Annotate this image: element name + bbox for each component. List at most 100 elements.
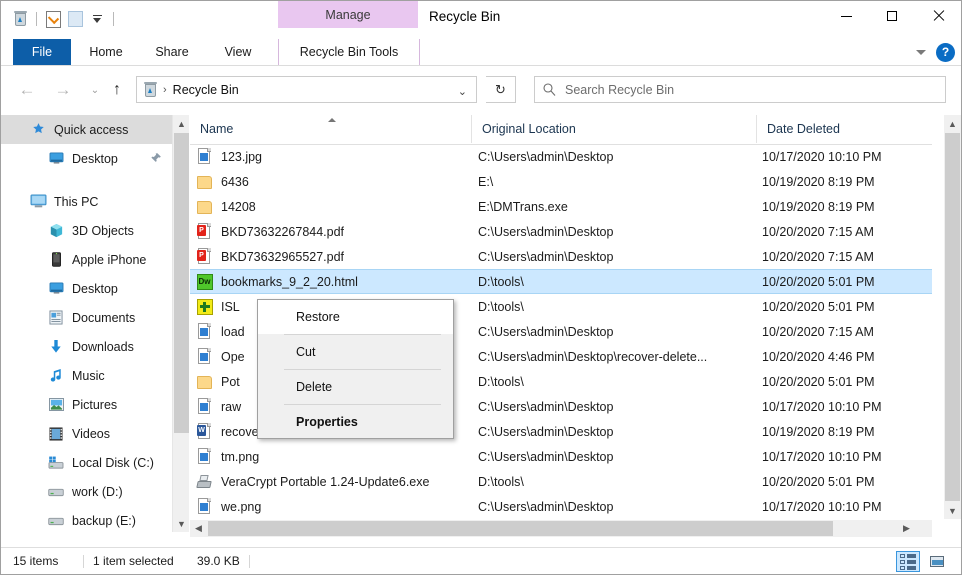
sidebar-item-3d-objects[interactable]: 3D Objects	[1, 216, 172, 245]
sidebar-item-desktop[interactable]: Desktop	[1, 274, 172, 303]
file-name: Ope	[221, 350, 245, 364]
context-menu-item-properties[interactable]: Properties	[258, 405, 453, 439]
table-row-selected[interactable]: Dw bookmarks_9_2_20.html D:\tools\ 10/20…	[190, 269, 932, 294]
table-row[interactable]: P BKD73632267844.pdf C:\Users\admin\Desk…	[190, 219, 932, 244]
chevron-down-icon[interactable]: ⌄	[458, 85, 467, 98]
sidebar-item-pictures[interactable]: Pictures	[1, 390, 172, 419]
scroll-down-icon[interactable]: ▼	[944, 502, 961, 519]
sidebar-item-label: Pictures	[72, 398, 117, 412]
scroll-up-icon[interactable]: ▲	[173, 115, 190, 132]
maximize-button[interactable]	[869, 1, 915, 31]
sidebar-item-backup-e[interactable]: backup (E:)	[1, 506, 172, 532]
vertical-scrollbar-thumb[interactable]	[945, 133, 960, 501]
divider	[36, 12, 37, 26]
file-location: C:\Users\admin\Desktop	[478, 400, 756, 414]
horizontal-scrollbar-thumb[interactable]	[208, 521, 833, 536]
large-icons-view-button[interactable]	[925, 551, 949, 572]
tab-recycle-bin-tools[interactable]: Recycle Bin Tools	[278, 39, 420, 65]
column-header-date-deleted[interactable]: Date Deleted	[756, 115, 933, 143]
scroll-down-icon[interactable]: ▼	[173, 515, 190, 532]
file-location: D:\tools\	[478, 275, 756, 289]
sidebar-item-videos[interactable]: Videos	[1, 419, 172, 448]
table-row[interactable]: tm.png C:\Users\admin\Desktop 10/17/2020…	[190, 444, 932, 469]
file-location: D:\tools\	[478, 300, 756, 314]
documents-icon	[47, 309, 65, 327]
file-name: tm.png	[221, 450, 259, 464]
column-header-label: Original Location	[472, 122, 576, 136]
context-menu-item-cut[interactable]: Cut	[258, 335, 453, 369]
file-date: 10/20/2020 7:15 AM	[762, 225, 932, 239]
sidebar-scrollbar[interactable]: ▲ ▼	[172, 115, 189, 532]
scroll-up-icon[interactable]: ▲	[944, 115, 961, 132]
explorer-window: Recycle Bin Manage File Home Share View …	[0, 0, 962, 575]
search-input[interactable]: Search Recycle Bin	[565, 83, 674, 97]
file-date: 10/20/2020 5:01 PM	[762, 375, 932, 389]
minimize-button[interactable]	[823, 1, 869, 31]
table-row[interactable]: 14208 E:\DMTrans.exe 10/19/2020 8:19 PM	[190, 194, 932, 219]
column-header-name[interactable]: Name	[190, 115, 471, 143]
back-button[interactable]: ←	[13, 76, 41, 104]
vertical-scrollbar[interactable]: ▲ ▼	[944, 115, 961, 519]
sidebar-item-downloads[interactable]: Downloads	[1, 332, 172, 361]
scroll-left-icon[interactable]: ◀	[190, 520, 207, 537]
expand-ribbon-icon[interactable]	[916, 50, 926, 55]
isl-file-icon	[196, 298, 213, 315]
search-box[interactable]: Search Recycle Bin	[534, 76, 946, 103]
image-file-icon	[196, 398, 213, 415]
breadcrumb-label[interactable]: Recycle Bin	[173, 83, 239, 97]
monitor-icon	[47, 280, 65, 298]
table-row[interactable]: P BKD73632965527.pdf C:\Users\admin\Desk…	[190, 244, 932, 269]
sidebar-item-work-d[interactable]: work (D:)	[1, 477, 172, 506]
column-header-label: Name	[190, 122, 233, 136]
download-arrow-icon	[47, 338, 65, 356]
sidebar-item-this-pc[interactable]: This PC	[1, 187, 172, 216]
up-button[interactable]: ↑	[103, 76, 131, 104]
table-row[interactable]: we.png C:\Users\admin\Desktop 10/17/2020…	[190, 494, 932, 519]
sidebar-item-label: Documents	[72, 311, 135, 325]
file-name-cell: 123.jpg	[190, 148, 471, 165]
sidebar-item-label: backup (E:)	[72, 514, 136, 528]
scroll-right-icon[interactable]: ▶	[898, 520, 915, 537]
sidebar-scrollbar-thumb[interactable]	[174, 133, 189, 433]
file-date: 10/17/2020 10:10 PM	[762, 400, 932, 414]
pin-icon[interactable]	[150, 152, 162, 167]
tab-file[interactable]: File	[13, 39, 71, 65]
star-pin-icon	[29, 121, 47, 139]
file-date: 10/20/2020 7:15 AM	[762, 250, 932, 264]
tab-home[interactable]: Home	[77, 39, 135, 65]
sidebar-item-quick-access[interactable]: Quick access	[1, 115, 172, 144]
file-location: C:\Users\admin\Desktop	[478, 150, 756, 164]
context-menu-item-restore[interactable]: Restore	[258, 300, 453, 334]
details-view-button[interactable]	[896, 551, 920, 572]
table-row[interactable]: VeraCrypt Portable 1.24-Update6.exe D:\t…	[190, 469, 932, 494]
close-button[interactable]	[915, 1, 961, 31]
word-file-icon: W	[196, 423, 213, 440]
sidebar-item-apple-iphone[interactable]: Apple iPhone	[1, 245, 172, 274]
sidebar-item-desktop-quick[interactable]: Desktop	[1, 144, 172, 173]
table-row[interactable]: 6436 E:\ 10/19/2020 8:19 PM	[190, 169, 932, 194]
tab-view[interactable]: View	[209, 39, 267, 65]
file-date: 10/19/2020 8:19 PM	[762, 200, 932, 214]
address-bar[interactable]: › Recycle Bin ⌄	[136, 76, 477, 103]
forward-button[interactable]: →	[49, 76, 77, 104]
navigation-pane: Quick access Desktop This PC	[1, 115, 172, 532]
sidebar-item-documents[interactable]: Documents	[1, 303, 172, 332]
sidebar-item-music[interactable]: Music	[1, 361, 172, 390]
customize-dropdown-icon[interactable]	[86, 8, 108, 30]
refresh-button[interactable]: ↻	[486, 76, 516, 103]
new-folder-icon[interactable]	[64, 8, 86, 30]
horizontal-scrollbar[interactable]: ◀ ▶	[190, 520, 932, 537]
help-icon[interactable]: ?	[936, 43, 955, 62]
sidebar-item-local-disk-c[interactable]: Local Disk (C:)	[1, 448, 172, 477]
dreamweaver-file-icon: Dw	[196, 273, 213, 290]
column-header-original-location[interactable]: Original Location	[471, 115, 757, 143]
file-name-cell: 6436	[190, 173, 471, 190]
recycle-bin-icon[interactable]	[9, 8, 31, 30]
file-location: C:\Users\admin\Desktop	[478, 325, 756, 339]
table-row[interactable]: 123.jpg C:\Users\admin\Desktop 10/17/202…	[190, 144, 932, 169]
context-menu-item-delete[interactable]: Delete	[258, 370, 453, 404]
file-name-cell: P BKD73632965527.pdf	[190, 248, 471, 265]
tab-share[interactable]: Share	[143, 39, 201, 65]
properties-icon[interactable]	[42, 8, 64, 30]
sidebar-item-label: Desktop	[72, 282, 118, 296]
